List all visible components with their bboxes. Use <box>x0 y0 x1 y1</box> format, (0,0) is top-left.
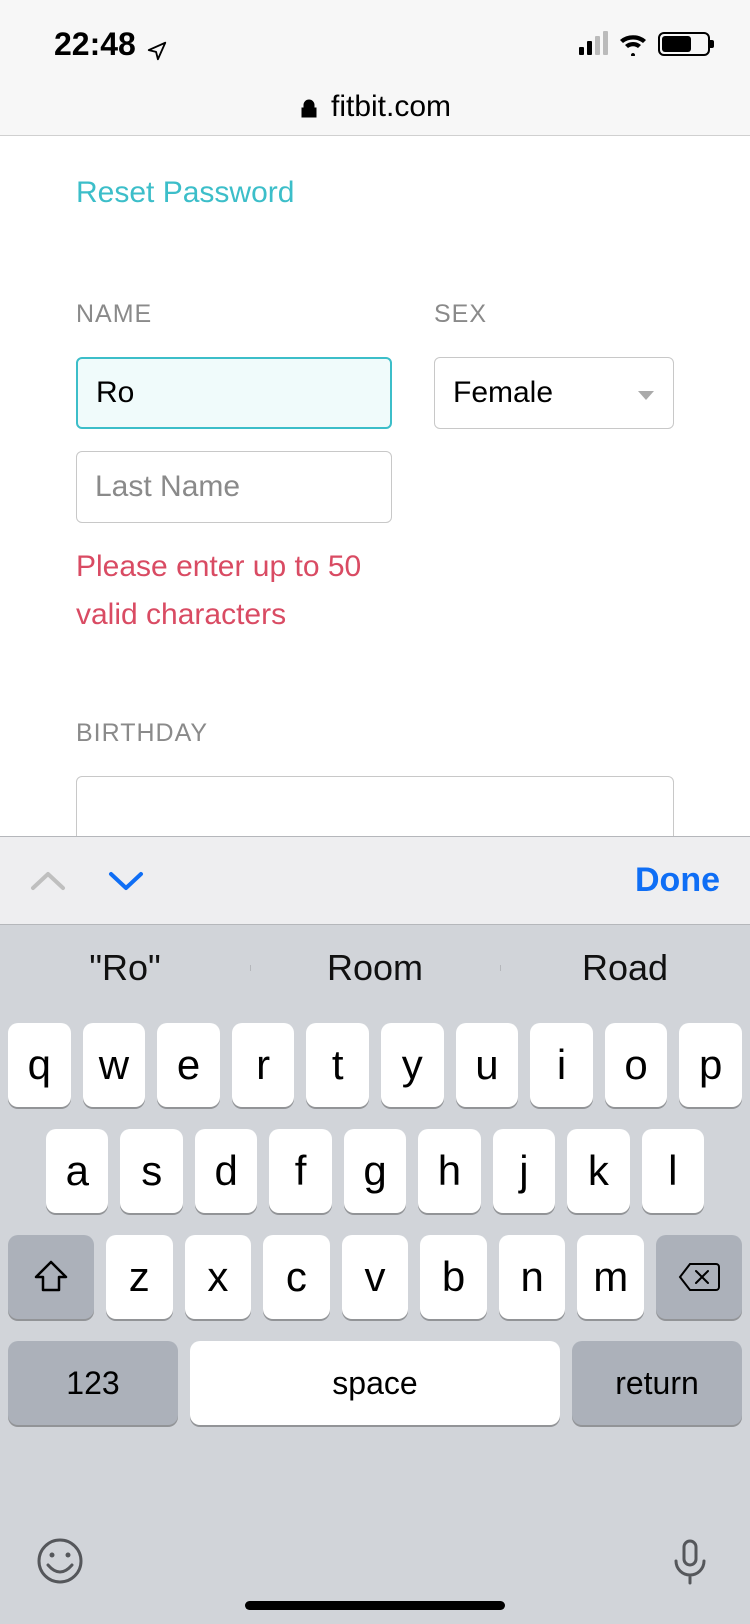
key-k[interactable]: k <box>567 1129 629 1213</box>
home-indicator[interactable] <box>245 1601 505 1610</box>
reset-password-link[interactable]: Reset Password <box>76 176 294 209</box>
key-h[interactable]: h <box>418 1129 480 1213</box>
key-n[interactable]: n <box>499 1235 566 1319</box>
name-error-message: Please enter up to 50 valid characters <box>76 543 392 639</box>
key-g[interactable]: g <box>344 1129 406 1213</box>
keyboard-row-4: 123 space return <box>8 1341 742 1425</box>
key-m[interactable]: m <box>577 1235 644 1319</box>
keyboard-row-1: q w e r t y u i o p <box>8 1023 742 1107</box>
last-name-input[interactable] <box>76 451 392 523</box>
suggestion-1[interactable]: Room <box>250 947 500 989</box>
key-shift[interactable] <box>8 1235 94 1319</box>
chevron-down-icon <box>637 376 655 410</box>
sex-selected-value: Female <box>453 376 553 410</box>
key-y[interactable]: y <box>381 1023 444 1107</box>
sex-column: SEX Female <box>434 300 674 639</box>
keyboard: Done "Ro" Room Road q w e r t y u i o p … <box>0 836 750 1624</box>
suggestion-0[interactable]: "Ro" <box>0 947 250 989</box>
first-name-input[interactable] <box>76 357 392 429</box>
keyboard-suggestions: "Ro" Room Road <box>0 925 750 1011</box>
key-j[interactable]: j <box>493 1129 555 1213</box>
key-d[interactable]: d <box>195 1129 257 1213</box>
key-c[interactable]: c <box>263 1235 330 1319</box>
key-i[interactable]: i <box>530 1023 593 1107</box>
birthday-input[interactable] <box>76 776 674 836</box>
keyboard-accessory-bar: Done <box>0 837 750 925</box>
prev-field-button <box>30 870 66 892</box>
key-backspace[interactable] <box>656 1235 742 1319</box>
key-q[interactable]: q <box>8 1023 71 1107</box>
sex-select[interactable]: Female <box>434 357 674 429</box>
location-icon <box>146 33 168 55</box>
key-space[interactable]: space <box>190 1341 560 1425</box>
key-t[interactable]: t <box>306 1023 369 1107</box>
emoji-icon[interactable] <box>36 1537 84 1585</box>
birthday-section: BIRTHDAY <box>76 719 674 836</box>
key-v[interactable]: v <box>342 1235 409 1319</box>
key-b[interactable]: b <box>420 1235 487 1319</box>
signal-icon <box>579 33 608 55</box>
battery-icon <box>658 32 710 56</box>
browser-url-bar[interactable]: fitbit.com <box>0 88 750 136</box>
key-return[interactable]: return <box>572 1341 742 1425</box>
key-w[interactable]: w <box>83 1023 146 1107</box>
key-x[interactable]: x <box>185 1235 252 1319</box>
keyboard-rows: q w e r t y u i o p a s d f g h j k l z <box>0 1011 750 1504</box>
keyboard-row-3: z x c v b n m <box>8 1235 742 1319</box>
key-e[interactable]: e <box>157 1023 220 1107</box>
mic-icon[interactable] <box>666 1537 714 1585</box>
wifi-icon <box>618 32 648 56</box>
status-bar: 22:48 <box>0 0 750 88</box>
key-z[interactable]: z <box>106 1235 173 1319</box>
key-123[interactable]: 123 <box>8 1341 178 1425</box>
name-label: NAME <box>76 300 392 329</box>
next-field-button[interactable] <box>108 870 144 892</box>
status-right <box>579 32 710 56</box>
browser-url-text: fitbit.com <box>331 90 451 124</box>
key-l[interactable]: l <box>642 1129 704 1213</box>
accessory-arrows <box>30 870 144 892</box>
suggestion-2[interactable]: Road <box>500 947 750 989</box>
status-time: 22:48 <box>54 26 136 63</box>
lock-icon <box>299 90 319 119</box>
name-column: NAME Please enter up to 50 valid charact… <box>76 300 392 639</box>
form-row-name-sex: NAME Please enter up to 50 valid charact… <box>76 300 674 639</box>
done-button[interactable]: Done <box>635 861 720 900</box>
status-time-group: 22:48 <box>54 26 168 63</box>
key-s[interactable]: s <box>120 1129 182 1213</box>
page-content: Reset Password NAME Please enter up to 5… <box>0 136 750 836</box>
key-a[interactable]: a <box>46 1129 108 1213</box>
key-p[interactable]: p <box>679 1023 742 1107</box>
key-f[interactable]: f <box>269 1129 331 1213</box>
sex-label: SEX <box>434 300 674 329</box>
key-u[interactable]: u <box>456 1023 519 1107</box>
key-r[interactable]: r <box>232 1023 295 1107</box>
key-o[interactable]: o <box>605 1023 668 1107</box>
keyboard-row-2: a s d f g h j k l <box>8 1129 742 1213</box>
birthday-label: BIRTHDAY <box>76 719 674 748</box>
